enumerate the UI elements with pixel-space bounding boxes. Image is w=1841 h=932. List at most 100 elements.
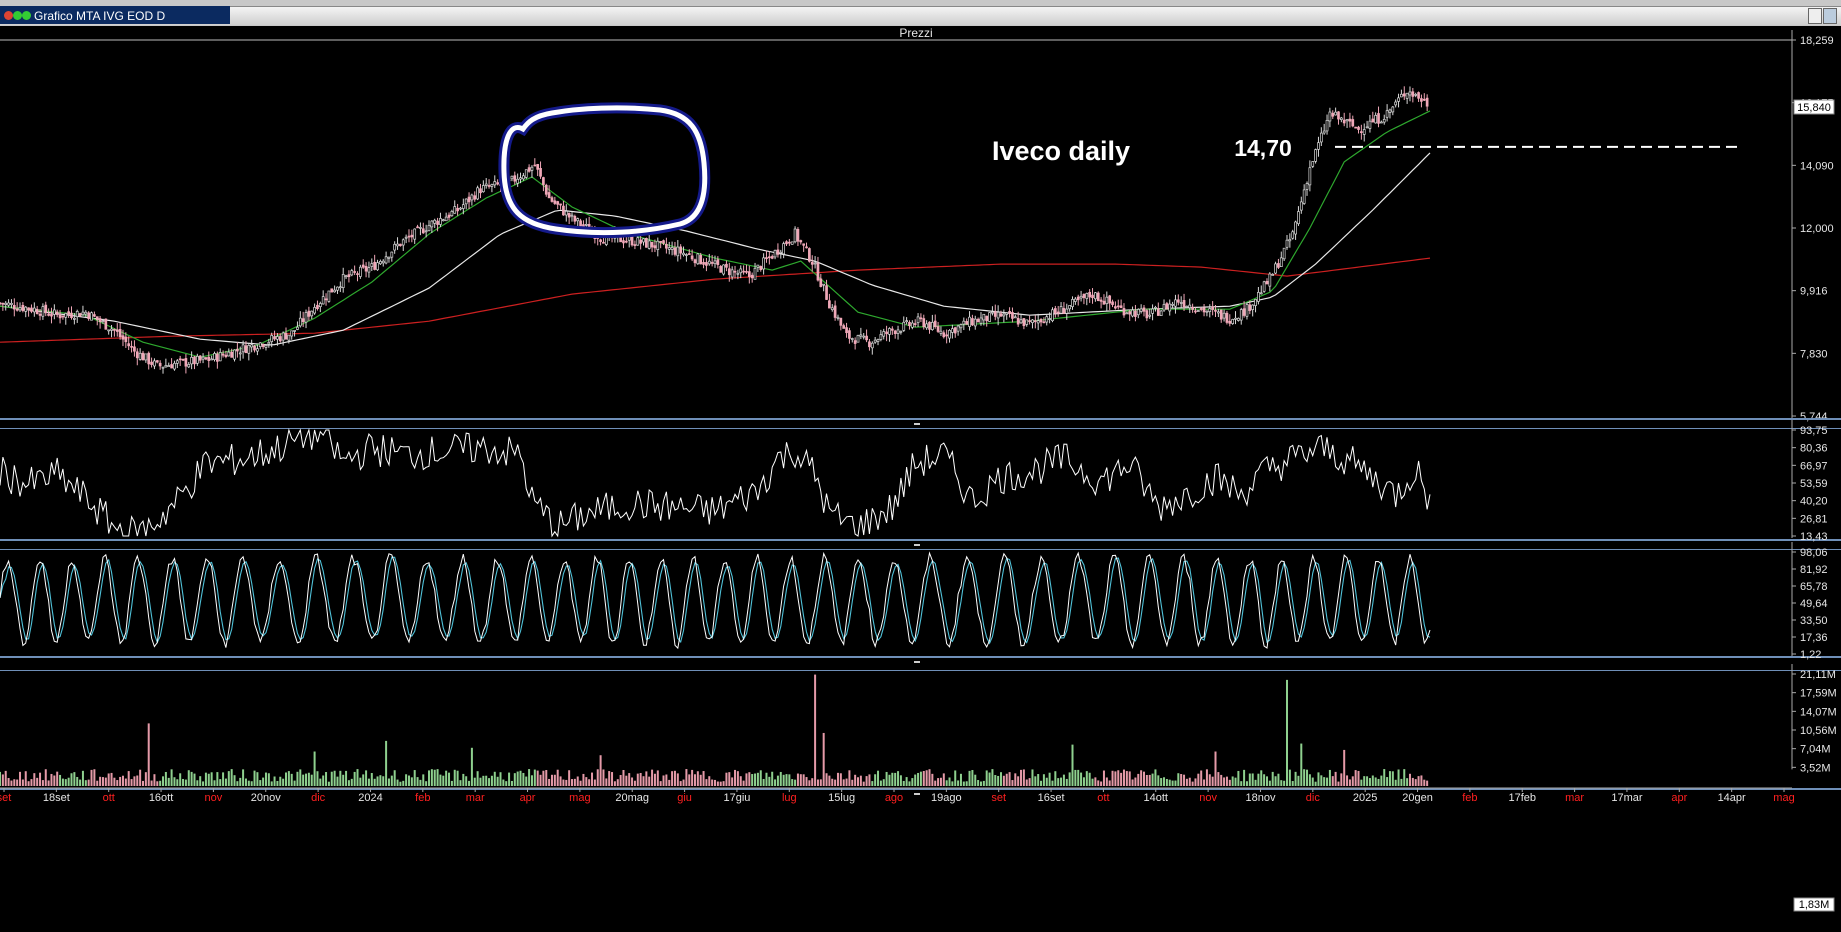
candle-body: [1219, 309, 1223, 320]
candle-body: [951, 328, 954, 333]
volume-bar: [416, 777, 419, 786]
minimize-icon[interactable]: [1808, 8, 1822, 24]
candle-body: [393, 243, 397, 251]
volume-bar: [550, 774, 553, 786]
volume-bar: [639, 772, 642, 786]
volume-bar: [1391, 771, 1394, 786]
volume-bar: [568, 770, 571, 786]
x-tick-label: ott: [103, 792, 115, 804]
volume-bar: [719, 781, 722, 786]
candle-body: [1011, 312, 1014, 319]
volume-bar: [965, 781, 968, 786]
volume-bar: [985, 770, 988, 786]
candle-body: [1094, 292, 1097, 300]
candle-body: [1039, 318, 1043, 323]
candle-body: [1188, 304, 1192, 309]
candle-body: [796, 229, 800, 242]
volume-bar: [21, 779, 24, 786]
candle-body: [962, 320, 966, 325]
volume-bar: [1002, 775, 1005, 786]
candle-body: [642, 238, 645, 243]
candle-body: [1185, 305, 1189, 308]
volume-bar: [490, 775, 493, 786]
volume-bar: [977, 780, 980, 786]
volume-bar: [613, 781, 616, 786]
volume-bar: [107, 773, 110, 786]
volume-bar: [1271, 771, 1274, 786]
volume-bar: [1062, 774, 1065, 786]
volume-bar: [1005, 773, 1008, 786]
candle-body: [1248, 304, 1252, 311]
candle-body: [64, 313, 68, 318]
candle-body: [30, 307, 33, 312]
candle-body: [1222, 312, 1226, 319]
candle-body: [928, 321, 931, 330]
candle-body: [12, 305, 16, 310]
volume-bar: [828, 775, 831, 786]
volume-bar: [836, 772, 839, 786]
candle-body: [253, 345, 256, 351]
volume-bar: [808, 780, 811, 786]
close-dot-icon[interactable]: [4, 11, 13, 20]
volume-bar: [928, 769, 931, 786]
volume-bar: [1243, 769, 1246, 786]
candle-body: [273, 336, 276, 340]
candle-body: [1411, 91, 1415, 97]
volume-bar: [742, 780, 745, 786]
volume-bar: [565, 779, 568, 786]
price-pane-title: Prezzi: [899, 26, 932, 40]
candle-body: [673, 247, 677, 255]
candle-body: [75, 311, 79, 318]
volume-bar: [845, 778, 848, 786]
volume-bar: [224, 778, 227, 786]
candle-body: [1099, 299, 1103, 302]
volume-bar: [476, 771, 479, 786]
candle-body: [155, 360, 159, 363]
candle-body: [73, 318, 76, 320]
candle-body: [1111, 301, 1114, 305]
pane-separator: [0, 418, 1841, 420]
volume-bar: [1265, 776, 1268, 786]
candle-body: [427, 224, 431, 232]
candle-body: [773, 250, 777, 258]
candle-body: [830, 307, 834, 311]
candle-body: [736, 272, 740, 275]
candle-body: [1380, 121, 1383, 124]
candle-body: [1131, 309, 1134, 317]
candle-body: [645, 238, 648, 248]
volume-bar: [1351, 776, 1354, 786]
x-tick-label: 2024: [358, 792, 382, 804]
candle-body: [1365, 126, 1369, 129]
volume-bar: [1051, 780, 1054, 786]
candle-body: [496, 182, 499, 185]
volume-bar: [562, 779, 565, 786]
candle-body: [1342, 119, 1346, 124]
candle-body: [1151, 308, 1154, 314]
candle-body: [971, 318, 974, 326]
candle-body: [107, 329, 111, 332]
volume-bar: [1348, 779, 1351, 786]
volume-bar: [345, 770, 348, 786]
candle-body: [599, 239, 602, 242]
maximize-icon[interactable]: [1823, 8, 1837, 24]
volume-bar: [150, 780, 153, 786]
volume-bar: [456, 770, 459, 786]
candle-body: [696, 253, 700, 265]
volume-bar: [879, 780, 882, 786]
volume-bar: [1374, 777, 1377, 786]
candle-body: [436, 220, 439, 225]
volume-bar: [1000, 772, 1002, 786]
candle-body: [1125, 312, 1129, 315]
last-volume-label: 1,83M: [1799, 899, 1830, 911]
y-tick-label: 65,78: [1800, 581, 1828, 593]
candle-body: [158, 362, 162, 367]
volume-bar: [931, 773, 934, 786]
volume-bar: [979, 781, 982, 786]
volume-bar: [99, 776, 102, 786]
candle-body: [1119, 305, 1123, 308]
volume-bar: [548, 778, 551, 786]
candle-body: [90, 312, 93, 321]
volume-bar: [1268, 780, 1271, 786]
candle-body: [1422, 98, 1426, 101]
candle-body: [702, 262, 705, 265]
